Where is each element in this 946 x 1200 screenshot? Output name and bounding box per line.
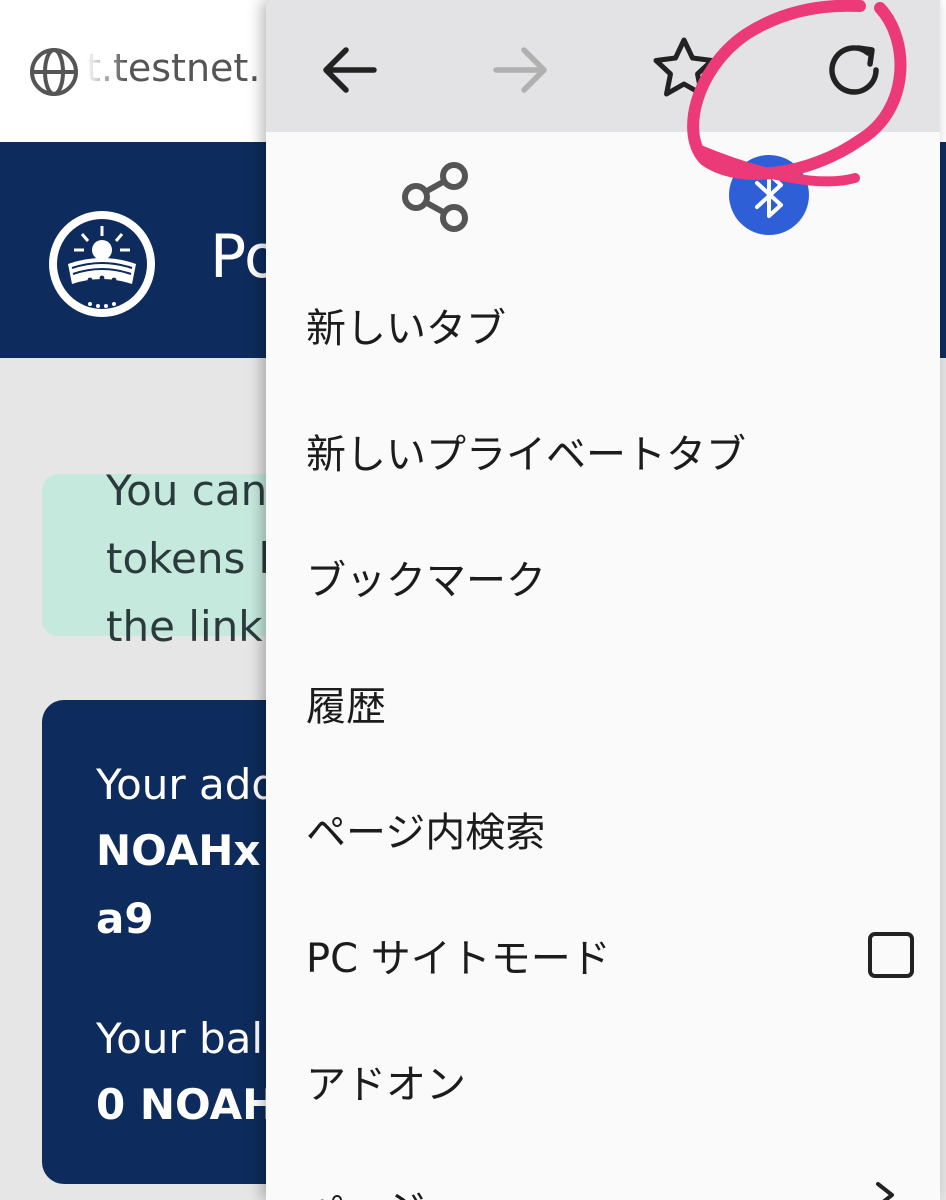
menu-item-new-private-tab[interactable]: 新しいプライベートタブ [266, 394, 940, 502]
menu-item-label: PC サイトモード [306, 936, 611, 982]
url-fade [86, 40, 126, 102]
menu-item-desktop-site[interactable]: PC サイトモード [266, 898, 940, 1006]
bookmark-star-icon[interactable] [648, 32, 720, 104]
forward-arrow-icon[interactable] [484, 34, 556, 106]
menu-item-label: 新しいプライベートタブ [306, 432, 746, 478]
menu-item-history[interactable]: 履歴 [266, 646, 940, 754]
site-logo [49, 211, 155, 317]
back-arrow-icon[interactable] [314, 34, 386, 106]
wallet-address-value-line2: a9 [96, 894, 154, 943]
globe-icon [30, 48, 78, 96]
menu-item-label: ブックマーク [306, 558, 546, 604]
menu-item-find-in-page[interactable]: ページ内検索 [266, 772, 940, 880]
overflow-menu: 新しいタブ 新しいプライベートタブ ブックマーク 履歴 ページ内検索 PC サイ… [266, 0, 940, 1200]
share-icon[interactable] [394, 156, 476, 238]
menu-item-label: アドオン [306, 1062, 466, 1108]
wallet-balance-value: 0 NOAH [96, 1080, 278, 1129]
bluetooth-icon[interactable] [728, 154, 810, 236]
reload-icon[interactable] [818, 34, 890, 106]
menu-item-new-tab[interactable]: 新しいタブ [266, 268, 940, 376]
wallet-address-label: Your add [96, 760, 279, 809]
desktop-site-checkbox[interactable] [868, 932, 914, 978]
info-line-3: the link [106, 602, 263, 651]
chevron-right-icon [876, 1182, 894, 1200]
menu-item-label: ページ内検索 [306, 810, 546, 856]
menu-toolbar [266, 0, 940, 132]
info-line-2: tokens b [106, 534, 286, 583]
wallet-balance-label: Your bal [96, 1014, 264, 1063]
info-line-1: You can [106, 466, 268, 515]
menu-item-label: ページ [306, 1178, 425, 1200]
menu-item-page[interactable]: ページ [266, 1150, 940, 1200]
menu-item-bookmarks[interactable]: ブックマーク [266, 520, 940, 628]
menu-item-label: 履歴 [306, 684, 386, 730]
menu-item-addons[interactable]: アドオン [266, 1024, 940, 1132]
menu-item-label: 新しいタブ [306, 306, 506, 352]
wallet-address-value: NOAHx [96, 826, 261, 875]
